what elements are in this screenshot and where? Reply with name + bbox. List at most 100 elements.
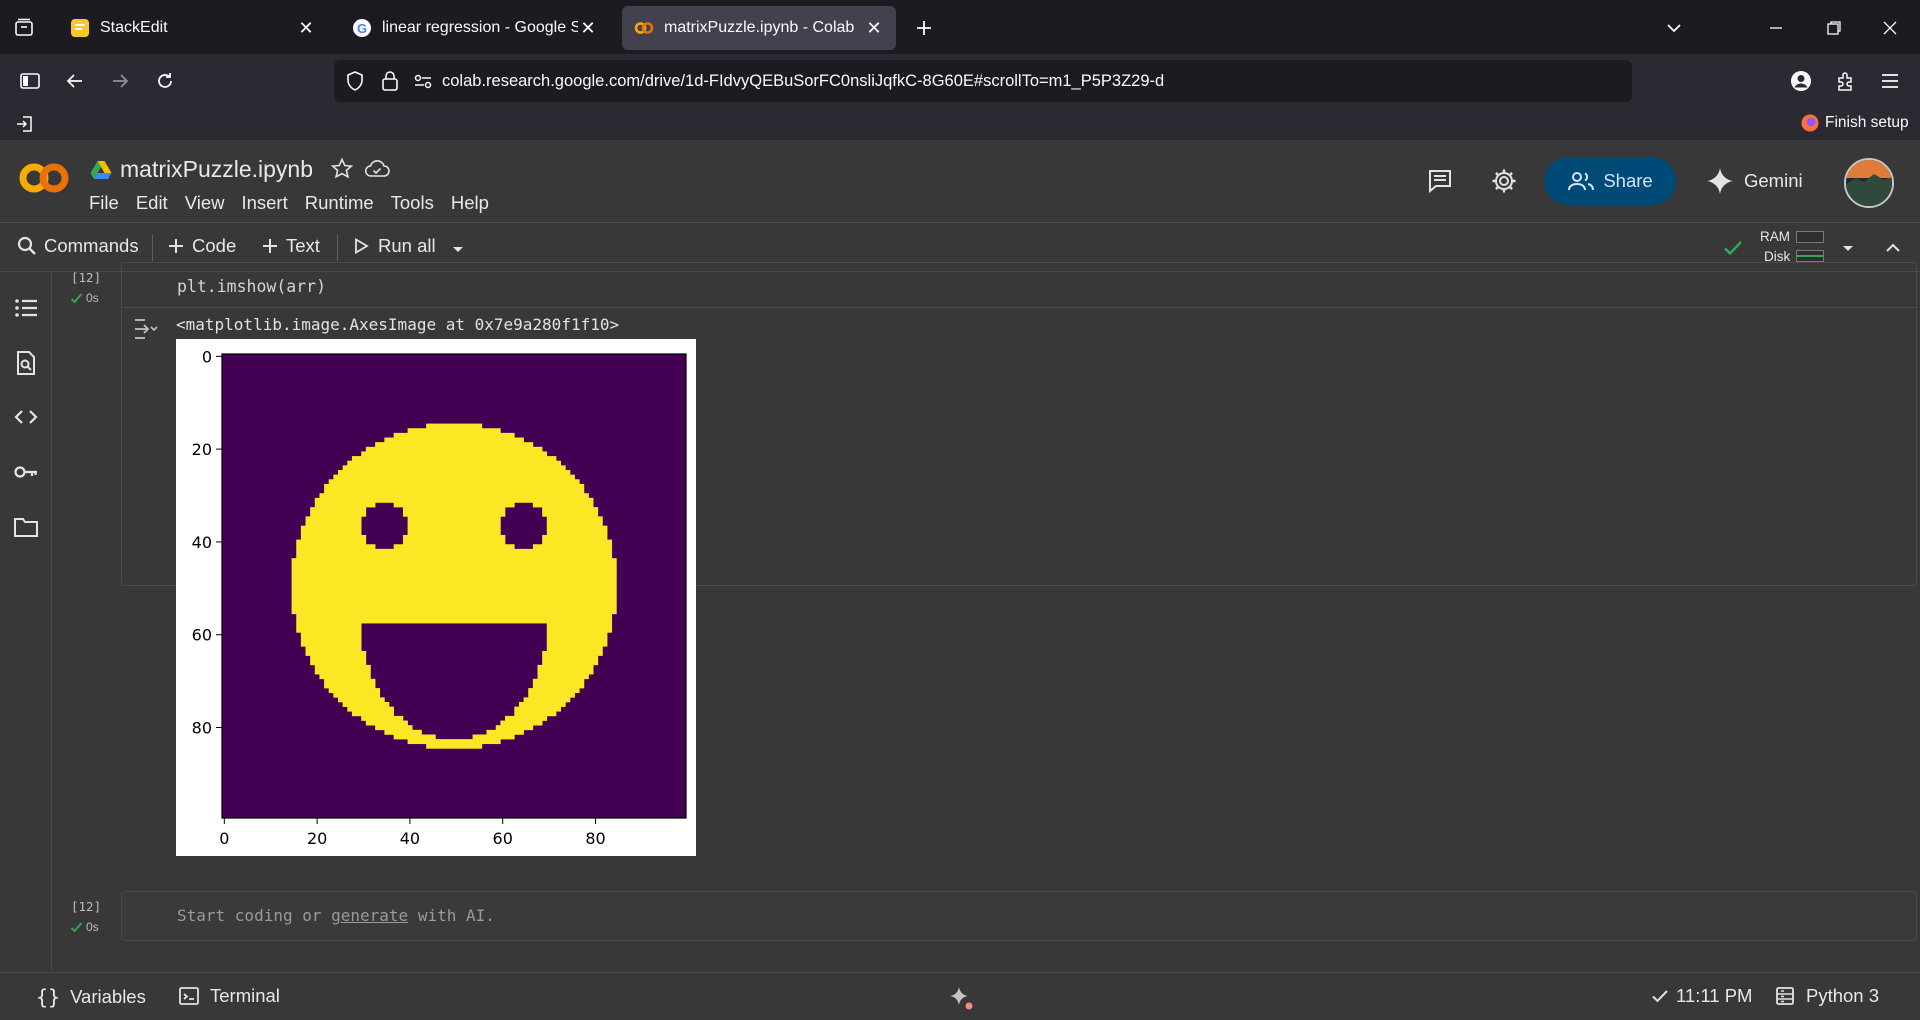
close-tab-icon[interactable]: ✕ — [578, 18, 598, 38]
run-all-dropdown-icon[interactable] — [448, 239, 468, 259]
sign-in-icon[interactable] — [14, 113, 36, 135]
heatmap-cell-run — [291, 590, 617, 596]
empty-code-cell[interactable]: Start coding or generate with AI. — [121, 891, 1917, 941]
execution-status: 0s — [70, 291, 99, 305]
colab-header: matrixPuzzle.ipynb File Edit View Insert… — [0, 140, 1920, 222]
menu-edit[interactable]: Edit — [136, 192, 168, 214]
menu-file[interactable]: File — [89, 192, 119, 214]
runtime-dropdown-icon[interactable] — [1838, 238, 1858, 258]
heatmap-cell-run — [300, 637, 362, 642]
menu-view[interactable]: View — [185, 192, 225, 214]
list-all-tabs-icon[interactable] — [1660, 14, 1688, 42]
tab-title: StackEdit — [100, 19, 168, 36]
colab-logo[interactable] — [18, 162, 70, 194]
menu-runtime[interactable]: Runtime — [305, 192, 374, 214]
heatmap-cell-run — [291, 604, 617, 610]
star-icon[interactable] — [330, 157, 354, 181]
cell-placeholder[interactable]: Start coding or generate with AI. — [177, 906, 495, 925]
browser-navigation-bar: colab.research.google.com/drive/1d-FIdvy… — [0, 54, 1920, 108]
url-bar[interactable]: colab.research.google.com/drive/1d-FIdvy… — [334, 60, 1632, 102]
run-all-button[interactable]: Run all — [352, 235, 436, 257]
new-tab-button[interactable] — [910, 14, 938, 42]
heatmap-cell-run — [296, 548, 613, 554]
google-drive-icon[interactable] — [90, 160, 112, 180]
code-editor[interactable]: plt.imshow(arr) — [122, 263, 1916, 308]
app-menu-icon[interactable] — [1876, 67, 1904, 95]
add-text-cell-button[interactable]: Text — [260, 235, 320, 257]
tab-list-icon[interactable] — [12, 16, 36, 40]
heatmap-cell-run — [305, 521, 362, 526]
menu-tools[interactable]: Tools — [391, 192, 434, 214]
close-tab-icon[interactable]: ✕ — [864, 18, 884, 38]
heatmap-cell-run — [546, 632, 608, 638]
close-window-icon[interactable] — [1876, 14, 1904, 42]
heatmap-cell-run — [314, 669, 371, 675]
collapse-header-icon[interactable] — [1882, 237, 1904, 259]
site-permissions-icon[interactable] — [412, 70, 434, 92]
comments-icon[interactable] — [1426, 167, 1454, 195]
tab-google-search[interactable]: G linear regression - Google Searc ✕ — [340, 6, 610, 50]
tab-colab[interactable]: matrixPuzzle.ipynb - Colab ✕ — [622, 6, 896, 50]
heatmap-cell-run — [347, 460, 562, 466]
runtime-info[interactable]: Python 3 — [1774, 985, 1879, 1007]
table-of-contents-icon[interactable] — [12, 294, 40, 322]
heatmap-cell-run — [384, 729, 422, 735]
heatmap-cell-run — [365, 446, 543, 452]
heatmap-cell-run — [505, 715, 548, 721]
gemini-sparkle-icon — [1706, 167, 1734, 195]
code-cell[interactable]: plt.imshow(arr) <matplotlib.image.AxesIm… — [121, 262, 1917, 856]
generate-link[interactable]: generate — [331, 906, 408, 925]
files-folder-icon[interactable] — [12, 513, 40, 541]
heatmap-cell-run — [324, 488, 585, 494]
tab-stackedit[interactable]: StackEdit ✕ — [58, 6, 328, 50]
notebook-title[interactable]: matrixPuzzle.ipynb — [120, 156, 313, 183]
x-tick-label: 40 — [400, 829, 420, 848]
avatar[interactable] — [1844, 158, 1894, 208]
back-arrow-icon[interactable] — [61, 67, 89, 95]
connected-check-icon — [1722, 237, 1744, 259]
search-icon — [16, 235, 38, 257]
colab-favicon-icon — [634, 18, 654, 38]
notebook-area: [12] 0s plt.imshow(arr) <matplotlib.imag… — [53, 262, 1920, 972]
cloud-saved-icon[interactable] — [364, 157, 390, 181]
reload-icon[interactable] — [151, 67, 179, 95]
menu-help[interactable]: Help — [451, 192, 489, 214]
heatmap-cell-run — [407, 530, 501, 536]
commands-button[interactable]: Commands — [16, 235, 139, 257]
finish-setup-button[interactable]: Finish setup — [1800, 113, 1909, 133]
heatmap-cell-run — [300, 641, 362, 647]
execution-time-status[interactable]: 11:11 PM — [1650, 985, 1752, 1007]
braces-icon: {} — [36, 985, 61, 1009]
variables-button[interactable]: {} Variables — [36, 985, 146, 1009]
tracking-protection-shield-icon[interactable] — [344, 70, 366, 92]
terminal-button[interactable]: Terminal — [178, 985, 280, 1007]
add-code-cell-button[interactable]: Code — [166, 235, 236, 257]
close-tab-icon[interactable]: ✕ — [296, 18, 316, 38]
account-icon[interactable] — [1787, 67, 1815, 95]
heatmap-cell-run — [542, 660, 599, 666]
settings-gear-icon[interactable] — [1490, 167, 1518, 195]
find-and-replace-icon[interactable] — [12, 349, 40, 377]
sidebar-toggle-icon[interactable] — [16, 67, 44, 95]
forward-arrow-icon[interactable] — [106, 67, 134, 95]
gemini-button[interactable]: Gemini — [1706, 167, 1803, 195]
y-tick-label: 60 — [192, 626, 212, 645]
secrets-key-icon[interactable] — [12, 458, 40, 486]
heatmap-cell-run — [300, 632, 362, 638]
extensions-icon[interactable] — [1832, 67, 1860, 95]
secure-lock-icon[interactable] — [380, 70, 400, 92]
output-actions-icon[interactable] — [132, 315, 160, 343]
heatmap-cell-run — [296, 618, 613, 624]
minimize-window-icon[interactable] — [1762, 14, 1790, 42]
execution-duration: 0s — [86, 291, 99, 305]
heatmap-cell-run — [319, 493, 589, 499]
menu-insert[interactable]: Insert — [241, 192, 287, 214]
heatmap-cell-run — [328, 479, 580, 485]
gemini-sparkle-icon[interactable] — [948, 985, 974, 1011]
url-text[interactable]: colab.research.google.com/drive/1d-FIdvy… — [442, 72, 1164, 91]
heatmap-cell-run — [402, 534, 506, 540]
share-button[interactable]: Share — [1544, 157, 1676, 205]
code-snippets-icon[interactable] — [12, 403, 40, 431]
restore-window-icon[interactable] — [1820, 14, 1848, 42]
heatmap-cell-run — [291, 595, 617, 601]
